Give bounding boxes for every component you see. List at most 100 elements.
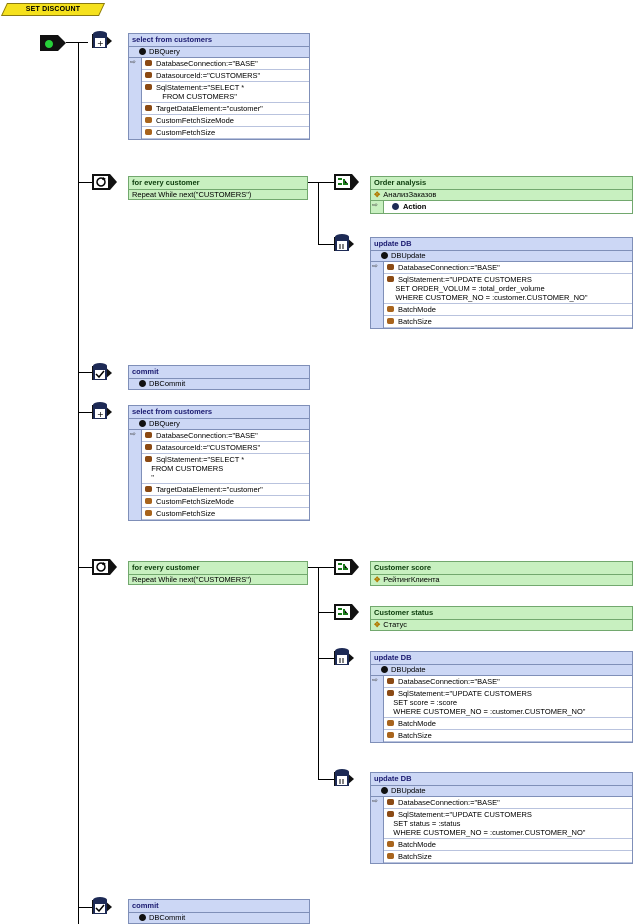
property-row[interactable]: CustomFetchSizeMode: [142, 496, 309, 508]
connector: [78, 567, 92, 568]
block-type: DBUpdate: [371, 251, 632, 262]
subprocess-name: ✥ РейтингКлиента: [374, 575, 440, 584]
db-query-icon[interactable]: +: [92, 401, 116, 421]
db-query-icon[interactable]: +: [92, 30, 116, 50]
db-query-block[interactable]: select from customers DBQuery ⇨ Database…: [128, 33, 310, 140]
block-title: Order analysis: [371, 177, 632, 190]
subprocess-name: ✥ Статус: [374, 620, 408, 629]
block-type: DBUpdate: [371, 665, 632, 676]
property-row[interactable]: BatchSize: [384, 316, 632, 328]
expand-arrow-icon[interactable]: ⇨: [372, 201, 378, 209]
action-row[interactable]: Action: [383, 201, 632, 213]
start-flag-icon[interactable]: [40, 33, 66, 53]
block-title: update DB: [371, 773, 632, 786]
db-commit-block[interactable]: commit DBCommit: [128, 365, 310, 390]
process-title: SET DISCOUNT: [25, 6, 81, 13]
loop-condition: Repeat While next("CUSTOMERS"): [132, 190, 252, 199]
db-update-icon[interactable]: [334, 233, 358, 253]
loop-block[interactable]: for every customer Repeat While next("CU…: [128, 561, 308, 585]
property-row[interactable]: DatabaseConnection:="BASE": [142, 430, 309, 442]
loop-icon[interactable]: [92, 172, 117, 192]
property-row[interactable]: SqlStatement:="UPDATE CUSTOMERS SET stat…: [384, 809, 632, 839]
action-icon: [392, 203, 399, 210]
connector: [78, 412, 92, 413]
subprocess-block[interactable]: Order analysis ✥ АнализЗаказов ⇨ Action: [370, 176, 633, 214]
property-row[interactable]: TargetDataElement:="customer": [142, 103, 309, 115]
subprocess-block[interactable]: Customer score ✥ РейтингКлиента: [370, 561, 633, 586]
block-title: commit: [129, 900, 309, 913]
property-row[interactable]: CustomFetchSizeMode: [142, 115, 309, 127]
connector: [318, 779, 334, 780]
subprocess-block[interactable]: Customer status ✥ Статус: [370, 606, 633, 631]
expand-arrow-icon[interactable]: ⇨: [130, 58, 136, 66]
expand-arrow-icon[interactable]: ⇨: [372, 797, 378, 805]
branch-line: [318, 182, 319, 244]
block-title: commit: [129, 366, 309, 379]
svg-text:+: +: [97, 410, 104, 419]
block-title: for every customer: [129, 562, 307, 575]
property-row[interactable]: BatchMode: [384, 304, 632, 316]
property-row[interactable]: CustomFetchSize: [142, 508, 309, 520]
property-row[interactable]: CustomFetchSize: [142, 127, 309, 139]
connector: [78, 372, 92, 373]
process-title-tab[interactable]: SET DISCOUNT: [0, 3, 106, 16]
subprocess-name: ✥ АнализЗаказов: [371, 190, 632, 201]
block-title: Customer status: [371, 607, 632, 620]
block-title: update DB: [371, 652, 632, 665]
db-query-block[interactable]: select from customers DBQuery ⇨ Database…: [128, 405, 310, 521]
connector: [66, 42, 88, 43]
connector: [306, 567, 334, 568]
connector: [318, 658, 334, 659]
block-title: for every customer: [129, 177, 307, 190]
branch-line: [318, 567, 319, 779]
property-row[interactable]: BatchMode: [384, 718, 632, 730]
property-row[interactable]: DatasourceId:="CUSTOMERS": [142, 442, 309, 454]
db-update-block[interactable]: update DB DBUpdate ⇨ DatabaseConnection:…: [370, 772, 633, 864]
db-update-icon[interactable]: [334, 768, 358, 788]
expand-arrow-icon[interactable]: ⇨: [130, 430, 136, 438]
connector: [318, 244, 334, 245]
db-update-icon[interactable]: [334, 647, 358, 667]
subprocess-icon[interactable]: [334, 602, 359, 622]
property-row[interactable]: SqlStatement:="UPDATE CUSTOMERS SET scor…: [384, 688, 632, 718]
property-row[interactable]: TargetDataElement:="customer": [142, 484, 309, 496]
loop-icon[interactable]: [92, 557, 117, 577]
db-update-block[interactable]: update DB DBUpdate ⇨ DatabaseConnection:…: [370, 237, 633, 329]
property-row[interactable]: BatchSize: [384, 851, 632, 863]
block-type: DBCommit: [129, 379, 309, 389]
property-row[interactable]: SqlStatement:="SELECT * FROM CUSTOMERS": [142, 82, 309, 103]
property-row[interactable]: DatabaseConnection:="BASE": [384, 262, 632, 274]
subprocess-icon[interactable]: [334, 172, 359, 192]
block-type: DBQuery: [129, 419, 309, 430]
property-row[interactable]: DatabaseConnection:="BASE": [384, 797, 632, 809]
block-type: DBQuery: [129, 47, 309, 58]
process-ref-icon: ✥: [374, 190, 381, 199]
property-row[interactable]: SqlStatement:="SELECT * FROM CUSTOMERS ": [142, 454, 309, 484]
db-update-block[interactable]: update DB DBUpdate ⇨ DatabaseConnection:…: [370, 651, 633, 743]
property-row[interactable]: BatchMode: [384, 839, 632, 851]
subprocess-icon[interactable]: [334, 557, 359, 577]
db-commit-block[interactable]: commit DBCommit: [128, 899, 310, 924]
connector: [318, 612, 334, 613]
svg-text:+: +: [97, 39, 104, 48]
db-commit-icon[interactable]: [92, 362, 116, 382]
property-row[interactable]: DatabaseConnection:="BASE": [142, 58, 309, 70]
property-row[interactable]: BatchSize: [384, 730, 632, 742]
expand-arrow-icon[interactable]: ⇨: [372, 676, 378, 684]
node-icon: [139, 48, 146, 55]
connector: [78, 907, 92, 908]
property-row[interactable]: SqlStatement:="UPDATE CUSTOMERS SET ORDE…: [384, 274, 632, 304]
db-commit-icon[interactable]: [92, 896, 116, 916]
block-title: update DB: [371, 238, 632, 251]
loop-block[interactable]: for every customer Repeat While next("CU…: [128, 176, 308, 200]
loop-condition: Repeat While next("CUSTOMERS"): [132, 575, 252, 584]
property-row[interactable]: DatabaseConnection:="BASE": [384, 676, 632, 688]
block-title: select from customers: [129, 34, 309, 47]
process-ref-icon: ✥: [374, 620, 381, 629]
block-title: Customer score: [371, 562, 632, 575]
main-flow-line: [78, 42, 79, 924]
block-type: DBCommit: [129, 913, 309, 923]
property-row[interactable]: DatasourceId:="CUSTOMERS": [142, 70, 309, 82]
expand-arrow-icon[interactable]: ⇨: [372, 262, 378, 270]
block-title: select from customers: [129, 406, 309, 419]
